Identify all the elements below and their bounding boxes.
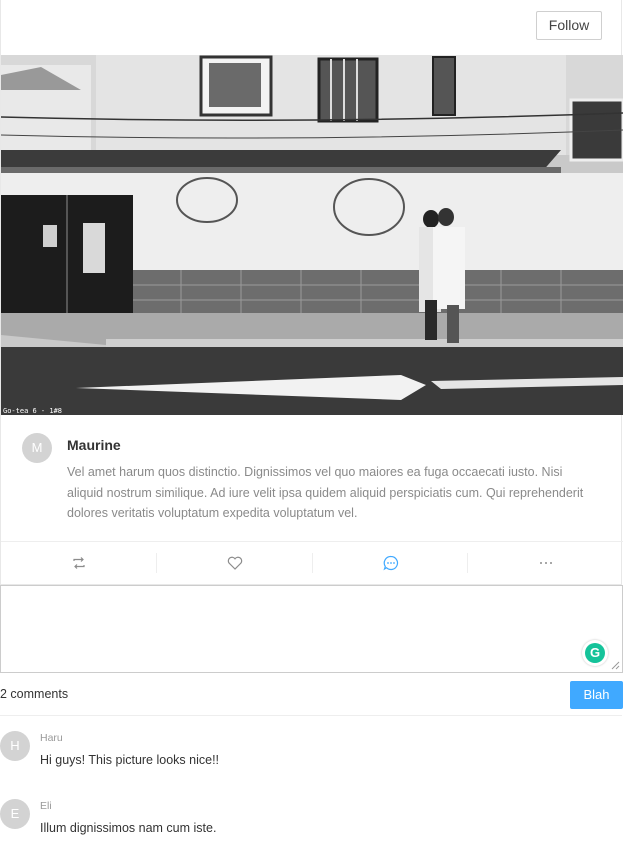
comment-text: Hi guys! This picture looks nice!! xyxy=(40,753,220,767)
more-button[interactable] xyxy=(468,542,623,584)
heart-icon xyxy=(227,556,242,570)
grammarly-icon[interactable]: G xyxy=(582,640,608,666)
post-header: Follow xyxy=(1,0,623,55)
comments-count: 2 comments xyxy=(0,687,69,701)
ellipsis-icon xyxy=(539,562,552,564)
comment-button[interactable] xyxy=(313,542,468,584)
author-name[interactable]: Maurine xyxy=(67,437,121,453)
comment-item: H Haru Hi guys! This picture looks nice!… xyxy=(0,731,622,791)
retweet-button[interactable] xyxy=(1,542,156,584)
comment-author[interactable]: Eli xyxy=(40,800,52,812)
grammarly-letter: G xyxy=(585,643,605,663)
comment-icon xyxy=(382,555,398,571)
retweet-icon xyxy=(72,557,85,569)
post-actions xyxy=(1,541,623,584)
comment-textarea[interactable] xyxy=(0,585,623,673)
author-avatar: M xyxy=(22,433,52,463)
comment-author[interactable]: Haru xyxy=(40,732,63,744)
submit-comment-button[interactable]: Blah xyxy=(570,681,623,709)
comment-avatar: H xyxy=(0,731,30,761)
post-body: M Maurine Vel amet harum quos distinctio… xyxy=(1,415,623,541)
comment-avatar: E xyxy=(0,799,30,829)
post-text: Vel amet harum quos distinctio. Dignissi… xyxy=(67,465,584,520)
comment-text: Illum dignissimos nam cum iste. xyxy=(40,821,217,835)
post-card: Follow Go-tea 6 - 1#8 M Maurine Vel amet… xyxy=(0,0,623,585)
follow-button[interactable]: Follow xyxy=(536,11,602,40)
post-photo: Go-tea 6 - 1#8 xyxy=(1,55,623,415)
like-button[interactable] xyxy=(157,542,312,584)
comment-item: E Eli Illum dignissimos nam cum iste. xyxy=(0,799,622,859)
comments-divider xyxy=(0,715,622,716)
photo-caption: Go-tea 6 - 1#8 xyxy=(3,407,62,415)
resize-grip-icon[interactable] xyxy=(611,661,620,670)
